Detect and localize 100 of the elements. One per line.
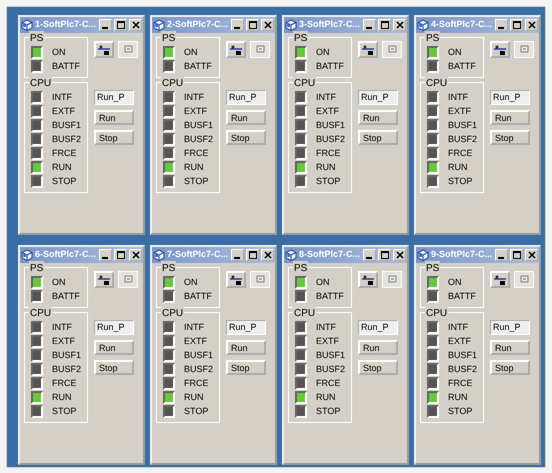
maximize-button[interactable]: [510, 249, 523, 261]
close-icon: [132, 21, 140, 29]
led-label: EXTF: [52, 104, 76, 118]
led-label: BUSF1: [316, 118, 346, 132]
mode-button[interactable]: Run: [490, 340, 530, 355]
close-button[interactable]: [393, 19, 406, 31]
minimize-button[interactable]: [495, 19, 508, 31]
led-label: ON: [52, 46, 66, 59]
mode-button[interactable]: Run: [358, 340, 398, 355]
maximize-button[interactable]: [114, 19, 127, 31]
network-icon: [98, 44, 110, 54]
close-button[interactable]: [129, 19, 142, 31]
monitor-icon: [388, 45, 396, 54]
maximize-icon: [380, 21, 388, 29]
led-label: BUSF2: [316, 132, 346, 146]
mode-button[interactable]: Run: [94, 340, 134, 355]
minimize-button[interactable]: [363, 249, 376, 261]
monitor-icon: [520, 275, 528, 284]
led-label: BUSF1: [316, 348, 346, 362]
led-label: FRCE: [316, 376, 340, 390]
mode-field[interactable]: Run_P: [490, 320, 530, 335]
mode-button[interactable]: Run: [226, 110, 266, 125]
led-label: STOP: [316, 404, 340, 418]
mode-field[interactable]: Run_P: [94, 90, 134, 105]
maximize-button[interactable]: [114, 249, 127, 261]
network-button[interactable]: [226, 41, 246, 58]
maximize-button[interactable]: [510, 19, 523, 31]
network-button[interactable]: [490, 41, 510, 58]
cube-icon: [285, 19, 297, 31]
mode-button[interactable]: Stop: [94, 130, 134, 145]
led-label: BUSF1: [448, 348, 478, 362]
close-button[interactable]: [525, 19, 538, 31]
minimize-button[interactable]: [231, 249, 244, 261]
maximize-button[interactable]: [378, 249, 391, 261]
minimize-button[interactable]: [99, 249, 112, 261]
minimize-button[interactable]: [495, 249, 508, 261]
led-label: STOP: [316, 174, 340, 188]
mode-field[interactable]: Run_P: [226, 90, 266, 105]
mode-field[interactable]: Run_P: [226, 320, 266, 335]
mode-button[interactable]: Run: [358, 110, 398, 125]
led-label: BUSF2: [448, 362, 478, 376]
close-button[interactable]: [261, 249, 274, 261]
led-label: FRCE: [316, 146, 340, 160]
mode-button[interactable]: Run: [226, 340, 266, 355]
network-icon: [362, 44, 374, 54]
led-label: FRCE: [184, 146, 208, 160]
led-label: BUSF1: [184, 348, 214, 362]
led-label: BUSF2: [184, 132, 214, 146]
mode-button[interactable]: Run: [94, 110, 134, 125]
led-label: RUN: [52, 160, 72, 174]
led-label: STOP: [448, 174, 472, 188]
led-label: STOP: [52, 174, 76, 188]
led-label: STOP: [184, 404, 208, 418]
network-button[interactable]: [490, 271, 510, 288]
led-label: BUSF2: [316, 362, 346, 376]
led-label: INTF: [184, 90, 204, 104]
cube-icon: [285, 249, 297, 261]
led-label: BATTF: [52, 60, 80, 73]
mode-field[interactable]: Run_P: [358, 90, 398, 105]
mode-button[interactable]: Stop: [490, 360, 530, 375]
network-button[interactable]: [226, 271, 246, 288]
led-label: BATTF: [448, 60, 476, 73]
mode-button[interactable]: Stop: [226, 360, 266, 375]
led-label: RUN: [184, 390, 204, 404]
network-button[interactable]: [358, 41, 378, 58]
maximize-button[interactable]: [246, 19, 259, 31]
network-button[interactable]: [94, 271, 114, 288]
close-button[interactable]: [129, 249, 142, 261]
mode-field[interactable]: Run_P: [94, 320, 134, 335]
network-button[interactable]: [358, 271, 378, 288]
led-label: ON: [184, 46, 198, 59]
mode-button[interactable]: Stop: [490, 130, 530, 145]
mode-button[interactable]: Stop: [94, 360, 134, 375]
mode-button[interactable]: Run: [490, 110, 530, 125]
close-button[interactable]: [393, 249, 406, 261]
close-button[interactable]: [261, 19, 274, 31]
maximize-button[interactable]: [378, 19, 391, 31]
close-icon: [528, 251, 536, 259]
minimize-button[interactable]: [231, 19, 244, 31]
led-label: ON: [448, 276, 462, 289]
cube-icon: [153, 19, 165, 31]
window-title: 3-SoftPlc7-C...: [299, 18, 361, 32]
mode-button[interactable]: Stop: [358, 130, 398, 145]
close-button[interactable]: [525, 249, 538, 261]
window-title: 8-SoftPlc7-C...: [299, 248, 361, 262]
network-icon: [494, 274, 506, 284]
mode-field[interactable]: Run_P: [358, 320, 398, 335]
minimize-button[interactable]: [363, 19, 376, 31]
mode-button[interactable]: Stop: [358, 360, 398, 375]
led-label: BATTF: [448, 290, 476, 303]
led-label: ON: [316, 46, 330, 59]
network-button[interactable]: [94, 41, 114, 58]
maximize-button[interactable]: [246, 249, 259, 261]
minimize-button[interactable]: [99, 19, 112, 31]
mode-field[interactable]: Run_P: [490, 90, 530, 105]
maximize-icon: [116, 251, 124, 259]
mode-button[interactable]: Stop: [226, 130, 266, 145]
close-icon: [528, 21, 536, 29]
led-label: BATTF: [316, 290, 344, 303]
monitor-icon: [124, 45, 132, 54]
